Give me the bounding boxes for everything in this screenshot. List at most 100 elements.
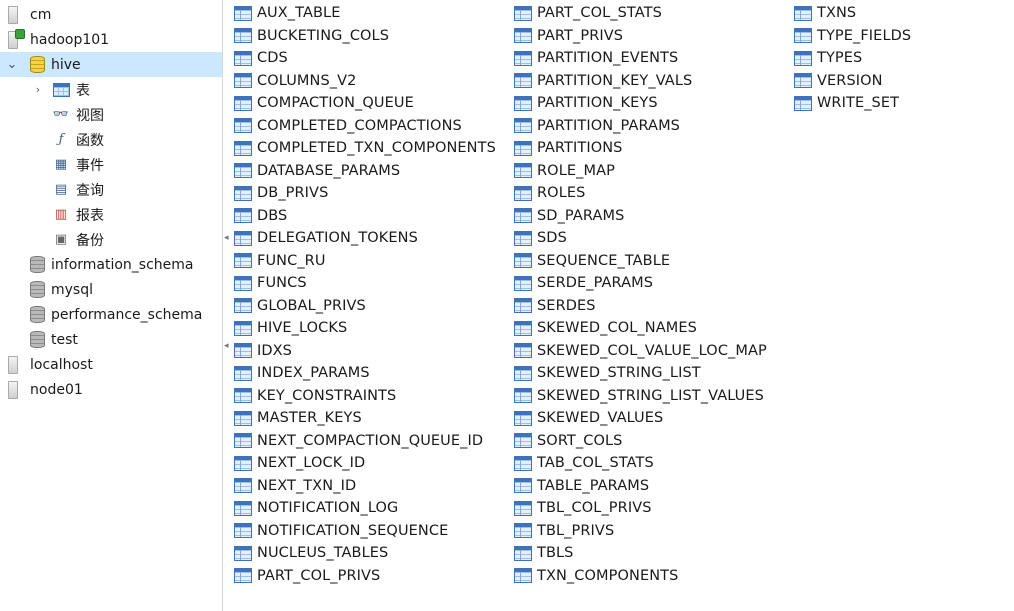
collapse-left-icon[interactable]: ◂ [224, 341, 229, 351]
table-icon [514, 388, 532, 404]
table-item[interactable]: NEXT_COMPACTION_QUEUE_ID [234, 430, 496, 453]
connection-cm[interactable]: cm [0, 2, 222, 27]
table-item[interactable]: DATABASE_PARAMS [234, 160, 496, 183]
table-item[interactable]: PARTITION_PARAMS [514, 115, 767, 138]
category-label: 函数 [76, 132, 104, 149]
table-icon [234, 545, 252, 561]
chevron-right-icon[interactable]: › [32, 83, 44, 96]
table-item[interactable]: TXNS [794, 2, 911, 25]
database-information-schema[interactable]: information_schema [0, 252, 222, 277]
table-item[interactable]: SEQUENCE_TABLE [514, 250, 767, 273]
table-item[interactable]: NOTIFICATION_LOG [234, 497, 496, 520]
table-name: PARTITION_KEYS [537, 95, 658, 112]
table-name: VERSION [817, 72, 883, 89]
category-functions[interactable]: ƒ 函数 [0, 127, 222, 152]
table-icon [514, 455, 532, 471]
table-item[interactable]: SERDE_PARAMS [514, 272, 767, 295]
database-test[interactable]: test [0, 327, 222, 352]
table-item[interactable]: PARTITION_KEYS [514, 92, 767, 115]
table-name: BUCKETING_COLS [257, 27, 390, 44]
table-item[interactable]: TBLS [514, 542, 767, 565]
table-item[interactable]: TYPE_FIELDS [794, 25, 911, 48]
table-item[interactable]: FUNCS [234, 272, 496, 295]
table-item[interactable]: PARTITION_KEY_VALS [514, 70, 767, 93]
table-item[interactable]: SKEWED_VALUES [514, 407, 767, 430]
connection-localhost[interactable]: localhost [0, 352, 222, 377]
table-item[interactable]: TBL_PRIVS [514, 520, 767, 543]
table-item[interactable]: MASTER_KEYS [234, 407, 496, 430]
category-events[interactable]: ▦ 事件 [0, 152, 222, 177]
table-item[interactable]: DBS [234, 205, 496, 228]
table-item[interactable]: ROLE_MAP [514, 160, 767, 183]
table-item[interactable]: GLOBAL_PRIVS [234, 295, 496, 318]
table-item[interactable]: TBL_COL_PRIVS [514, 497, 767, 520]
table-item[interactable]: NUCLEUS_TABLES [234, 542, 496, 565]
table-item[interactable]: SDS [514, 227, 767, 250]
table-item[interactable]: PARTITION_EVENTS [514, 47, 767, 70]
table-item[interactable]: SKEWED_STRING_LIST [514, 362, 767, 385]
tables-list-view: AUX_TABLE BUCKETING_COLS CDS COLUMNS_V2 COMP… [232, 0, 1014, 611]
category-reports[interactable]: ▥ 报表 [0, 202, 222, 227]
table-item[interactable]: SERDES [514, 295, 767, 318]
table-item[interactable]: COMPLETED_COMPACTIONS [234, 115, 496, 138]
table-item[interactable]: PART_COL_PRIVS [234, 565, 496, 588]
table-item[interactable]: TAB_COL_STATS [514, 452, 767, 475]
table-item[interactable]: IDXS [234, 340, 496, 363]
table-item[interactable]: AUX_TABLE [234, 2, 496, 25]
table-item[interactable]: KEY_CONSTRAINTS [234, 385, 496, 408]
table-icon [234, 568, 252, 584]
table-item[interactable]: VERSION [794, 70, 911, 93]
table-item[interactable]: PARTITIONS [514, 137, 767, 160]
table-icon [234, 365, 252, 381]
table-name: TBLS [537, 545, 574, 562]
table-item[interactable]: ROLES [514, 182, 767, 205]
table-item[interactable]: HIVE_LOCKS [234, 317, 496, 340]
table-name: PARTITION_PARAMS [537, 117, 680, 134]
table-item[interactable]: WRITE_SET [794, 92, 911, 115]
table-item[interactable]: INDEX_PARAMS [234, 362, 496, 385]
table-item[interactable]: NEXT_TXN_ID [234, 475, 496, 498]
table-item[interactable]: TXN_COMPONENTS [514, 565, 767, 588]
connection-hadoop101[interactable]: hadoop101 [0, 27, 222, 52]
table-name: MASTER_KEYS [257, 410, 362, 427]
category-queries[interactable]: ▤ 查询 [0, 177, 222, 202]
table-item[interactable]: BUCKETING_COLS [234, 25, 496, 48]
database-performance-schema[interactable]: performance_schema [0, 302, 222, 327]
table-item[interactable]: SKEWED_COL_NAMES [514, 317, 767, 340]
collapse-left-icon[interactable]: ◂ [224, 233, 229, 243]
table-name: TBL_PRIVS [537, 522, 615, 539]
category-label: 报表 [76, 207, 104, 224]
database-icon [30, 56, 45, 73]
table-icon [234, 500, 252, 516]
table-item[interactable]: DB_PRIVS [234, 182, 496, 205]
connection-node01[interactable]: node01 [0, 377, 222, 402]
database-mysql[interactable]: mysql [0, 277, 222, 302]
table-item[interactable]: SORT_COLS [514, 430, 767, 453]
table-icon [514, 568, 532, 584]
table-item[interactable]: SKEWED_STRING_LIST_VALUES [514, 385, 767, 408]
database-hive[interactable]: ⌄ hive [0, 52, 222, 77]
table-item[interactable]: NOTIFICATION_SEQUENCE [234, 520, 496, 543]
table-item[interactable]: COLUMNS_V2 [234, 70, 496, 93]
table-item[interactable]: COMPLETED_TXN_COMPONENTS [234, 137, 496, 160]
table-item[interactable]: SD_PARAMS [514, 205, 767, 228]
table-item[interactable]: COMPACTION_QUEUE [234, 92, 496, 115]
chevron-down-icon[interactable]: ⌄ [6, 57, 18, 72]
category-views[interactable]: 👓 视图 [0, 102, 222, 127]
table-item[interactable]: FUNC_RU [234, 250, 496, 273]
category-tables[interactable]: › 表 [0, 77, 222, 102]
table-item[interactable]: CDS [234, 47, 496, 70]
pane-splitter[interactable]: ◂ ◂ [223, 233, 231, 353]
table-item[interactable]: TYPES [794, 47, 911, 70]
table-name: PARTITION_EVENTS [537, 50, 679, 67]
table-icon [234, 28, 252, 44]
table-item[interactable]: SKEWED_COL_VALUE_LOC_MAP [514, 340, 767, 363]
table-item[interactable]: NEXT_LOCK_ID [234, 452, 496, 475]
category-backups[interactable]: ▣ 备份 [0, 227, 222, 252]
table-item[interactable]: PART_PRIVS [514, 25, 767, 48]
table-item[interactable]: TABLE_PARAMS [514, 475, 767, 498]
table-item[interactable]: DELEGATION_TOKENS [234, 227, 496, 250]
table-name: NOTIFICATION_LOG [257, 500, 399, 517]
database-label: test [51, 331, 78, 348]
table-item[interactable]: PART_COL_STATS [514, 2, 767, 25]
